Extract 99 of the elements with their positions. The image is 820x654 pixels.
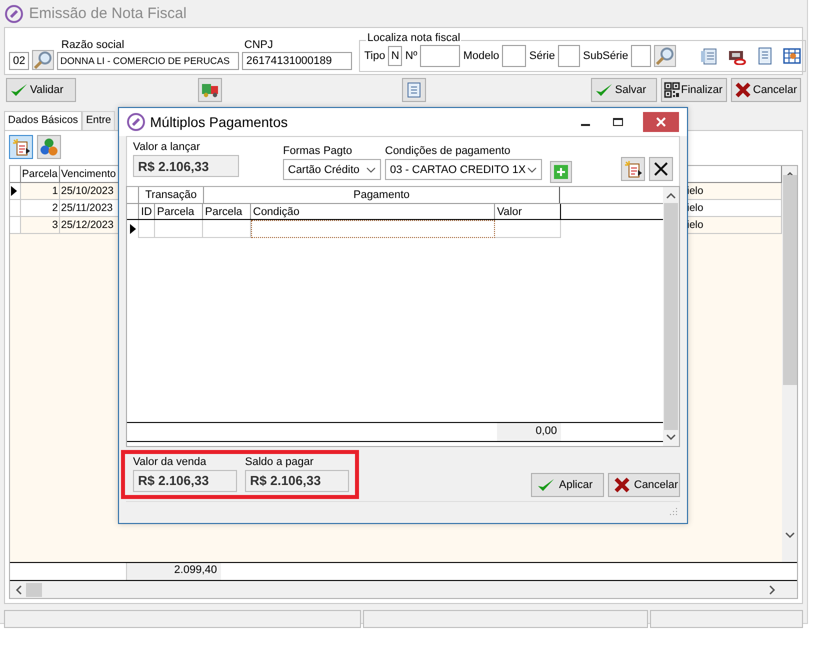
table-cell bbox=[203, 220, 251, 238]
field-label: Razão social bbox=[60, 39, 126, 51]
cross-icon bbox=[654, 162, 668, 176]
cross-icon bbox=[735, 82, 751, 98]
check-icon bbox=[10, 82, 28, 98]
save-button[interactable]: Salvar bbox=[591, 78, 657, 102]
field-label: Nº bbox=[405, 50, 418, 62]
search-icon bbox=[655, 46, 676, 66]
scroll-down-icon[interactable] bbox=[784, 532, 794, 540]
chevron-down-icon bbox=[527, 166, 537, 172]
table-icon[interactable] bbox=[783, 48, 802, 64]
total-cell: 2.099,40 bbox=[126, 563, 221, 580]
close-button[interactable] bbox=[643, 112, 679, 132]
document-button[interactable] bbox=[402, 78, 426, 102]
model-field[interactable] bbox=[502, 45, 526, 67]
apply-button[interactable]: Aplicar bbox=[531, 473, 604, 497]
maximize-icon bbox=[613, 117, 623, 127]
cancel-button[interactable]: Cancelar bbox=[731, 78, 801, 102]
search-icon bbox=[33, 50, 54, 70]
delete-button[interactable] bbox=[649, 157, 673, 181]
column-group-header: Transação bbox=[139, 187, 204, 203]
search-button[interactable] bbox=[32, 50, 54, 70]
window-title: Emissão de Nota Fiscal bbox=[29, 5, 187, 22]
cancel-button[interactable]: Cancelar bbox=[608, 473, 680, 497]
table-cell bbox=[139, 220, 155, 238]
app-logo-icon bbox=[127, 113, 145, 131]
column-header: Parcela bbox=[21, 166, 60, 183]
table-cell bbox=[495, 220, 561, 238]
scroll-left-icon[interactable] bbox=[14, 584, 22, 594]
amount-field: R$ 2.106,33 bbox=[133, 470, 237, 492]
column-header: ID bbox=[139, 204, 155, 219]
header-cell bbox=[10, 166, 21, 183]
search-button[interactable] bbox=[654, 45, 676, 67]
scrollbar-thumb[interactable] bbox=[26, 582, 42, 596]
scrollbar-thumb[interactable] bbox=[664, 203, 678, 430]
series-field[interactable] bbox=[558, 45, 580, 67]
new-record-button[interactable] bbox=[9, 135, 33, 159]
cross-icon bbox=[614, 477, 630, 493]
qr-code-icon bbox=[664, 82, 680, 98]
scroll-up-icon[interactable] bbox=[666, 191, 676, 199]
row-selector[interactable] bbox=[10, 183, 21, 200]
field-label: SubSérie bbox=[582, 50, 628, 62]
cnpj-field[interactable]: 26174131000189 bbox=[242, 52, 352, 70]
app-logo-icon bbox=[5, 4, 23, 22]
coins-icon bbox=[40, 138, 58, 156]
scroll-down-icon[interactable] bbox=[666, 434, 676, 442]
add-button[interactable] bbox=[550, 161, 572, 183]
check-icon bbox=[595, 82, 613, 98]
column-header: Condição bbox=[251, 204, 495, 219]
field-label: Tipo bbox=[364, 50, 386, 62]
tab[interactable]: Entre bbox=[82, 111, 116, 130]
type-field[interactable]: N bbox=[388, 46, 402, 66]
tab[interactable]: Dados Básicos bbox=[4, 111, 82, 130]
column-header: Parcela bbox=[203, 204, 251, 219]
field-label: Saldo a pagar bbox=[245, 456, 314, 468]
column-group-header: Pagamento bbox=[204, 187, 560, 203]
validate-button[interactable]: Validar bbox=[6, 78, 76, 102]
code-field[interactable]: 02 bbox=[9, 52, 30, 70]
field-label: Série bbox=[529, 50, 555, 62]
field-label: Valor da venda bbox=[133, 456, 208, 468]
truck-button[interactable] bbox=[198, 78, 222, 102]
payment-method-select[interactable]: Cartão Crédito bbox=[283, 159, 381, 180]
check-icon bbox=[537, 477, 555, 493]
document-list-icon[interactable] bbox=[700, 47, 718, 65]
table-cell bbox=[155, 220, 203, 238]
truck-icon bbox=[201, 82, 219, 98]
table-cell: 3 bbox=[21, 217, 60, 234]
field-label: Formas Pagto bbox=[283, 145, 354, 157]
field-label: Condições de pagamento bbox=[385, 145, 512, 157]
scroll-right-icon[interactable] bbox=[769, 584, 777, 594]
vertical-scrollbar[interactable] bbox=[663, 187, 679, 446]
scrollbar-thumb[interactable] bbox=[782, 175, 796, 385]
field-label: CNPJ bbox=[243, 39, 274, 51]
new-document-icon bbox=[12, 138, 30, 156]
amount-field: R$ 2.106,33 bbox=[245, 470, 349, 492]
dialog-title: Múltiplos Pagamentos bbox=[150, 114, 289, 130]
row-pointer-icon bbox=[130, 224, 136, 234]
new-record-button[interactable] bbox=[621, 157, 645, 181]
group-label: Localiza nota fiscal bbox=[366, 32, 462, 44]
company-name-field[interactable]: DONNA LI - COMERCIO DE PERUCAS bbox=[57, 52, 240, 70]
payment-terms-select[interactable]: 03 - CARTAO CREDITO 1X bbox=[385, 159, 542, 180]
document-icon[interactable] bbox=[758, 47, 772, 65]
new-document-icon bbox=[624, 160, 642, 178]
column-header: Valor bbox=[495, 204, 561, 219]
close-icon bbox=[656, 117, 666, 127]
payment-button[interactable] bbox=[37, 135, 61, 159]
minimize-icon bbox=[580, 124, 590, 126]
total-cell: 0,00 bbox=[497, 423, 561, 441]
subseries-field[interactable] bbox=[631, 45, 652, 67]
field-label: Modelo bbox=[463, 50, 500, 62]
finalize-button[interactable]: Finalizar bbox=[661, 78, 727, 102]
plus-icon bbox=[554, 165, 568, 179]
field-label: Valor a lançar bbox=[133, 141, 202, 153]
chevron-down-icon bbox=[366, 166, 376, 172]
document-icon bbox=[407, 82, 421, 98]
number-field[interactable] bbox=[420, 45, 460, 67]
amount-field: R$ 2.106,33 bbox=[133, 155, 239, 177]
column-header: Parcela bbox=[155, 204, 203, 219]
vertical-scrollbar[interactable] bbox=[782, 166, 797, 562]
